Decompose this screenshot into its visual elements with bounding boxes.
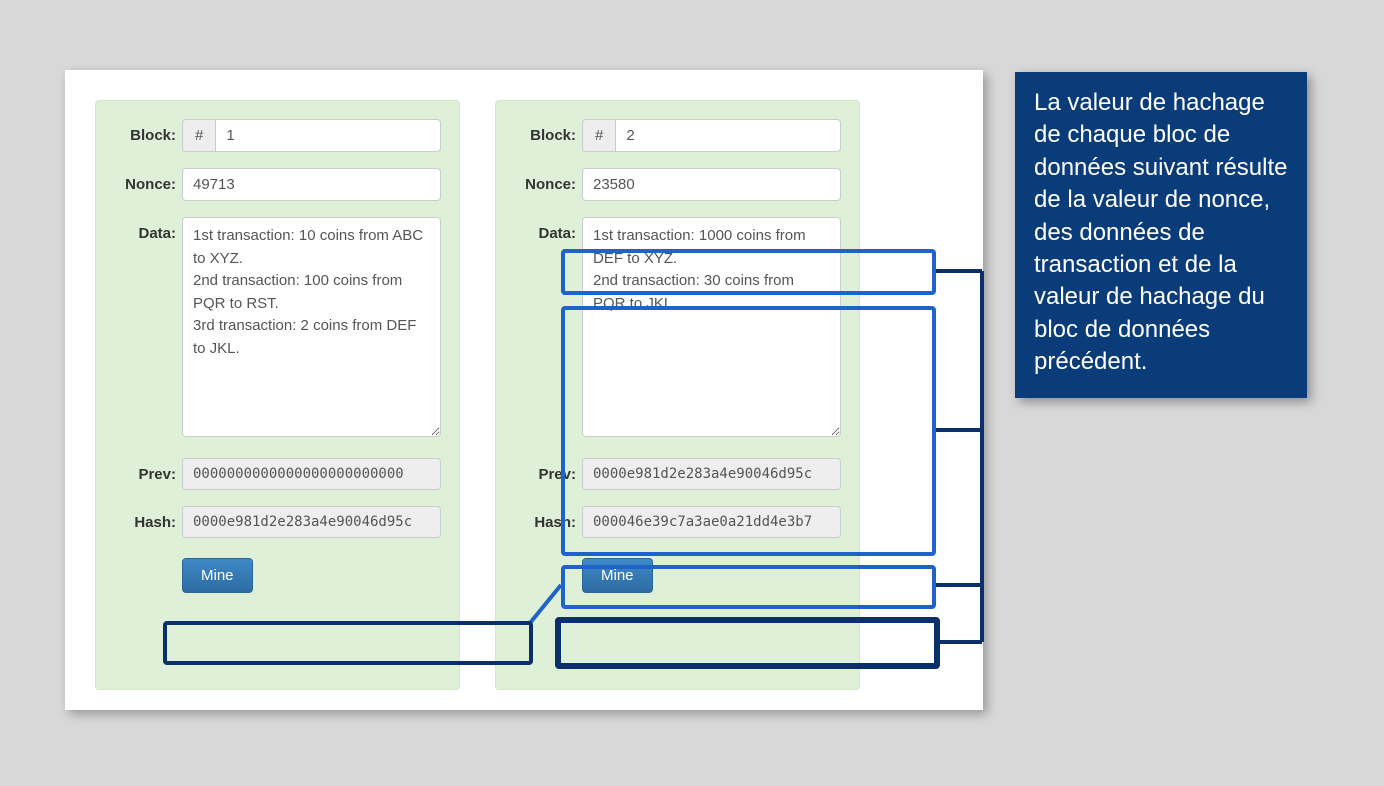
nonce-input[interactable] [582,168,841,201]
label-nonce: Nonce: [114,168,182,193]
explanation-callout: La valeur de hachage de chaque bloc de d… [1015,72,1307,398]
label-block: Block: [514,119,582,144]
explanation-text: La valeur de hachage de chaque bloc de d… [1034,89,1288,375]
prev-hash-field: 0000e981d2e283a4e90046d95c [582,458,841,490]
block-card-1: Block: # Nonce: Data: Prev: 0000000000 [95,100,460,690]
data-textarea[interactable] [582,217,841,437]
label-nonce: Nonce: [514,168,582,193]
hash-field: 0000e981d2e283a4e90046d95c [182,506,441,538]
blockchain-demo-panel: Block: # Nonce: Data: Prev: 0000000000 [65,70,983,710]
label-block: Block: [114,119,182,144]
nonce-input[interactable] [182,168,441,201]
block-number-input[interactable] [615,119,841,152]
block-number-input[interactable] [215,119,441,152]
data-textarea[interactable] [182,217,441,437]
block-card-2: Block: # Nonce: Data: Prev: 0000e981d2 [495,100,860,690]
label-data: Data: [514,217,582,242]
label-hash: Hash: [114,506,182,531]
mine-button[interactable]: Mine [182,558,253,593]
label-prev: Prev: [514,458,582,483]
hash-prefix-addon: # [582,119,615,152]
prev-hash-field: 0000000000000000000000000 [182,458,441,490]
hash-prefix-addon: # [182,119,215,152]
label-data: Data: [114,217,182,242]
mine-button[interactable]: Mine [582,558,653,593]
block-number-group: # [182,119,441,152]
label-hash: Hash: [514,506,582,531]
hash-field: 000046e39c7a3ae0a21dd4e3b7 [582,506,841,538]
block-number-group: # [582,119,841,152]
label-prev: Prev: [114,458,182,483]
